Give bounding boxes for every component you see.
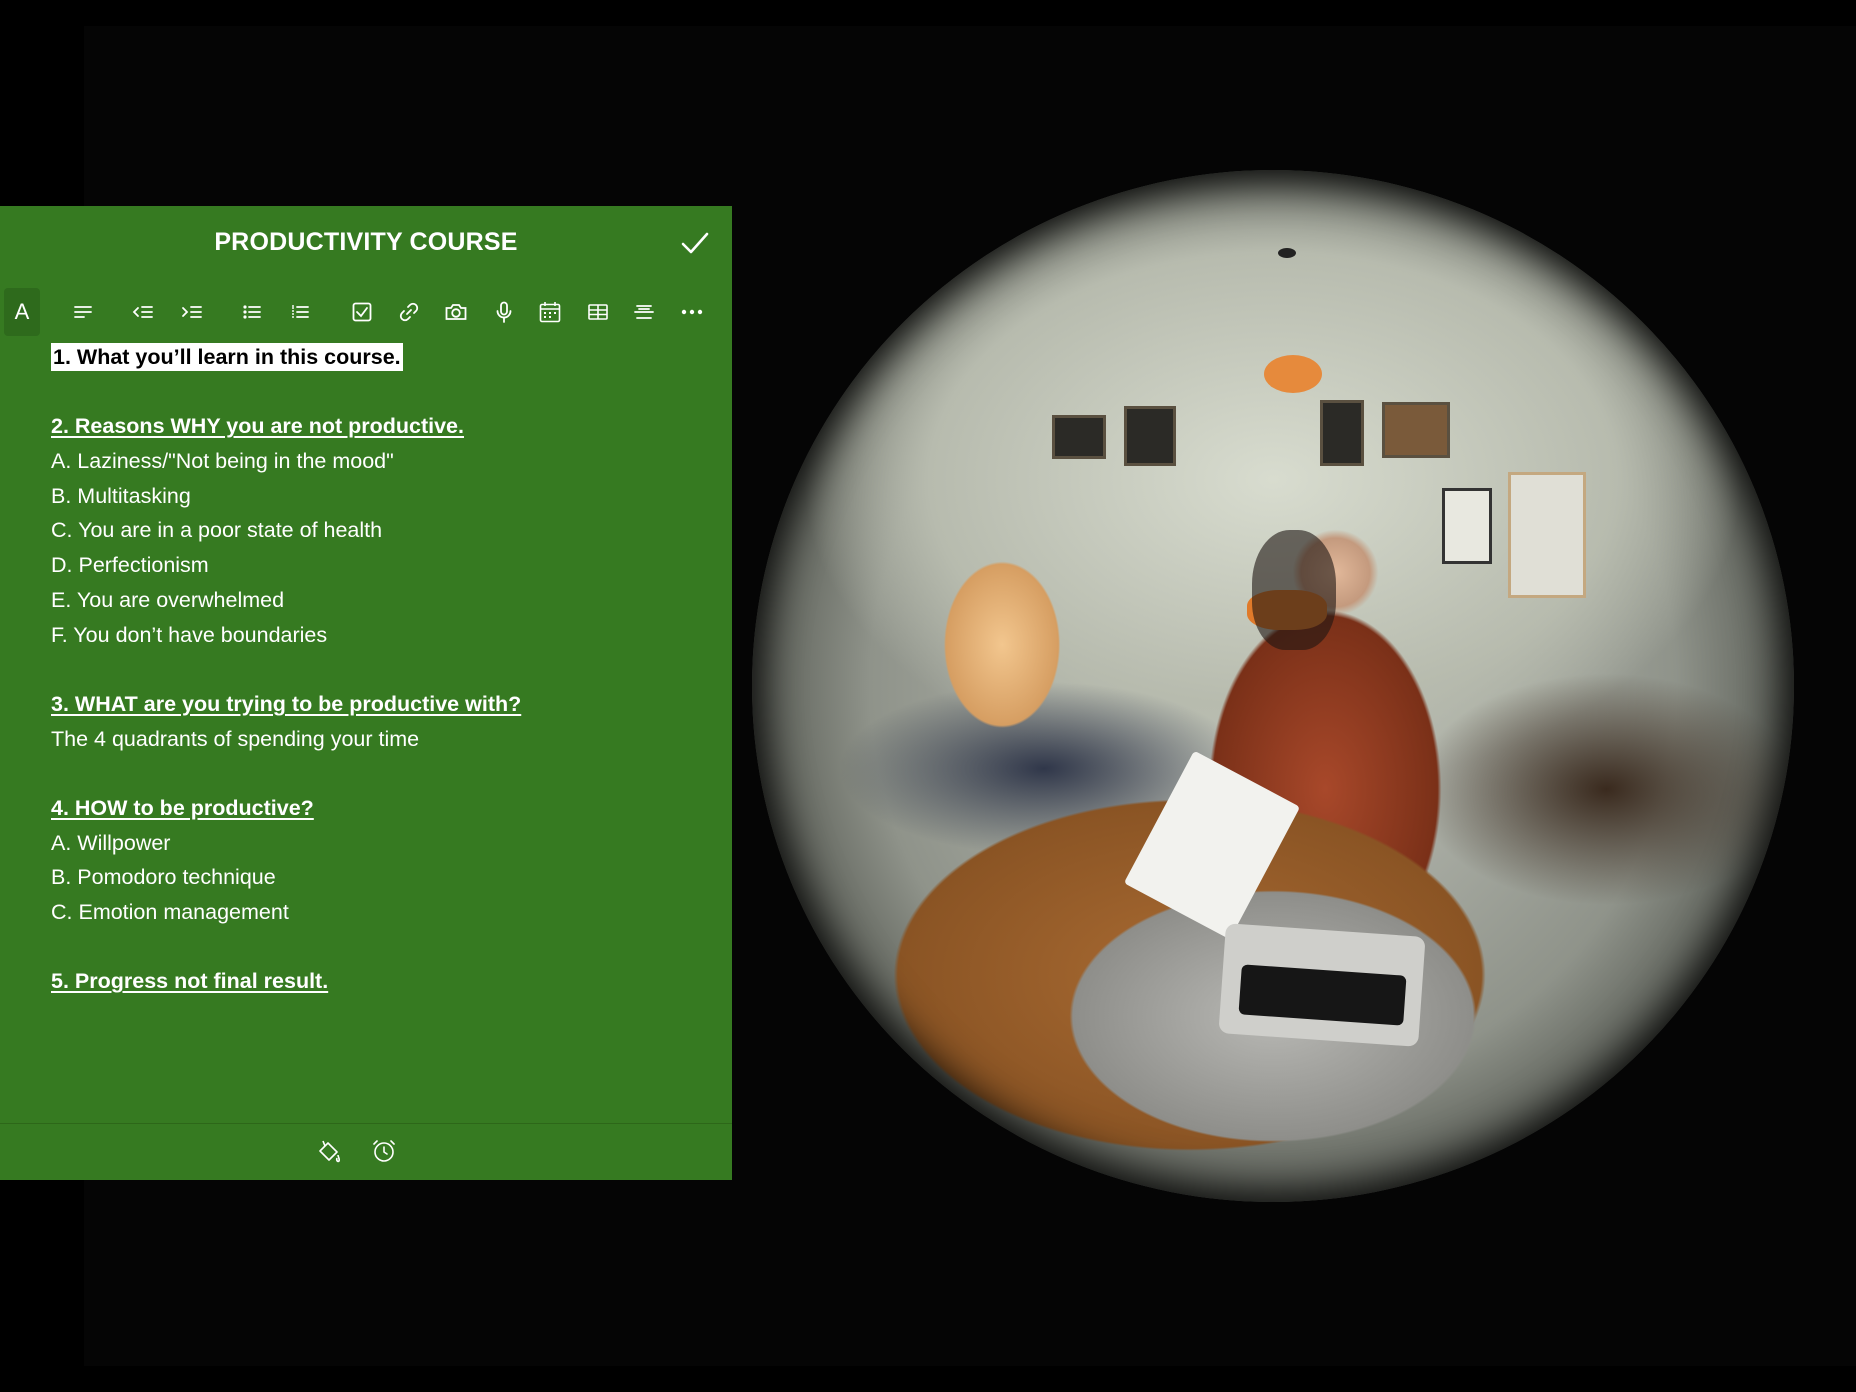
more-button[interactable] [672,288,712,336]
outdent-icon [132,306,153,318]
strikethrough-button[interactable] [624,288,664,336]
alarm-clock-icon [373,1140,395,1162]
table-button[interactable] [578,288,618,336]
paint-bucket-icon [319,1140,341,1163]
camera-button[interactable] [436,288,476,336]
theme-color-button[interactable] [314,1136,344,1166]
section-heading: 4. HOW to be productive? [51,795,314,820]
wall-picture [1320,400,1364,466]
list-item: B. Pomodoro technique [51,865,276,890]
list-item: B. Multitasking [51,483,191,508]
ceiling-fixture [1278,248,1296,258]
link-icon [399,302,419,322]
checkmark-icon [681,232,709,254]
section-heading: 2. Reasons WHY you are not productive. [51,414,464,439]
font-style-button[interactable]: A [4,288,40,336]
strikethrough-icon [634,305,654,319]
list-item: D. Perfectionism [51,553,209,578]
done-button[interactable] [678,226,712,260]
wall-picture [1052,415,1106,459]
reminder-button[interactable] [369,1136,399,1166]
list-item: C. Emotion management [51,900,289,924]
align-left-icon [74,306,92,318]
link-button[interactable] [389,288,429,336]
bullet-list-button[interactable] [232,288,272,336]
formatting-toolbar: A [0,288,732,336]
wall-picture [1442,488,1492,564]
camera-icon [445,304,467,320]
section-heading: 3. WHAT are you trying to be productive … [51,691,522,716]
numbered-list-button[interactable] [280,288,320,336]
calendar-icon [539,302,561,323]
list-item: E. You are overwhelmed [51,587,285,612]
note-titlebar: PRODUCTIVITY COURSE [0,206,732,278]
note-footer [0,1123,732,1180]
bullet-list-icon [243,305,261,319]
note-body[interactable]: 1. What you’ll learn in this course. 2. … [51,340,711,999]
wall-picture [1508,472,1586,598]
table-icon [588,304,608,320]
wall-picture [1382,402,1450,458]
checklist-button[interactable] [342,288,382,336]
checkbox-icon [352,302,372,322]
text-style-icon: A [14,299,30,324]
outdent-button[interactable] [123,288,163,336]
indent-icon [182,306,202,318]
person-hair [1252,530,1336,650]
section-heading: 5. Progress not final result. [51,969,329,994]
list-item: A. Willpower [51,830,171,855]
video-frame [752,170,1794,1202]
pendant-lamp [1264,355,1322,393]
calendar-button[interactable] [530,288,570,336]
note-title: PRODUCTIVITY COURSE [214,228,518,256]
align-button[interactable] [63,288,103,336]
indent-button[interactable] [172,288,212,336]
selected-heading-text: 1. What you’ll learn in this course. [51,343,403,371]
list-item: F. You don’t have boundaries [51,622,328,647]
notebook [1123,750,1301,940]
wall-picture [1124,406,1176,466]
microphone-button[interactable] [484,288,524,336]
list-item: A. Laziness/"Not being in the mood" [51,449,394,474]
list-item: C. You are in a poor state of health [51,518,383,543]
microphone-icon [496,301,512,323]
numbered-list-icon [292,305,309,318]
notes-panel: PRODUCTIVITY COURSE A 1. What you’ll lea… [0,206,732,1180]
section-heading: 1. What you’ll learn in this course. [51,340,711,375]
more-icon [681,309,703,315]
body-text: The 4 quadrants of spending your time [51,726,420,751]
